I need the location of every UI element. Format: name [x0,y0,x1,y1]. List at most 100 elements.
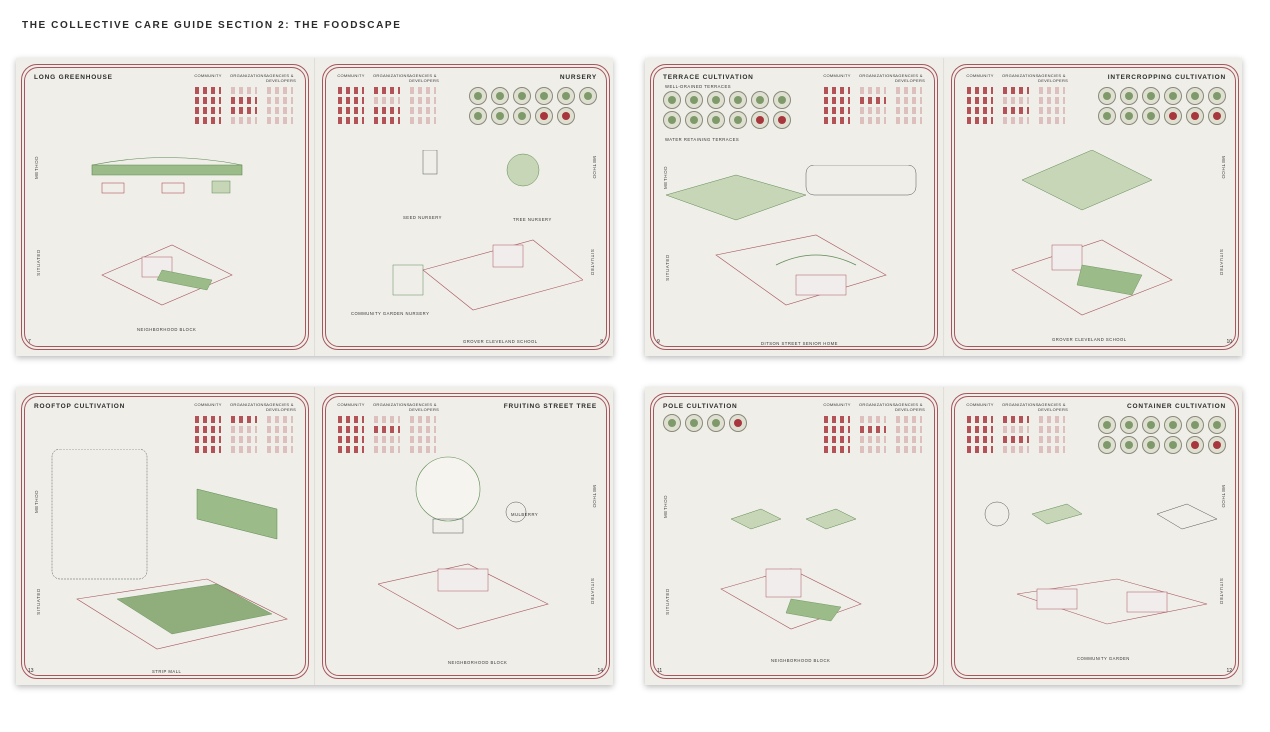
text-label: WELL-DRAINED TERRACES [665,84,732,89]
stakeholder-icon [410,436,436,443]
crop-icon [685,414,703,432]
crop-icon [469,107,487,125]
stakeholder-icon [267,426,293,433]
crop-icon [1098,436,1116,454]
stakeholder-icon [338,446,364,453]
text-label: COMMUNITY [337,73,365,78]
stakeholder-icon [1003,117,1029,124]
text-label: WATER RETAINING TERRACES [665,137,740,142]
crop-icon [1164,87,1182,105]
stakeholder-icon [410,117,436,124]
stakeholder-icon [374,436,400,443]
page-13: ROOFTOP CULTIVATION COMMUNITY ORGANIZATIO… [21,393,309,679]
text-label: SITUATED [664,588,670,615]
stakeholder-icon [1039,97,1065,104]
stakeholder-icon [1003,97,1029,104]
caption: GROVER CLEVELAND SCHOOL [463,339,538,344]
spread-1: LONG GREENHOUSE COMMUNITY ORGANIZATIONS AG… [16,58,613,356]
text-label: ORGANIZATIONS [859,402,896,407]
stakeholder-icon [267,97,293,104]
crop-icon [1164,107,1182,125]
crop-icon [1098,87,1116,105]
stakeholder-icon [374,117,400,124]
page-title: NURSERY [559,74,597,81]
page-12: CONTAINER CULTIVATION COMMUNITY ORGANIZAT… [951,393,1239,679]
text-label: ORGANIZATIONS [1002,402,1039,407]
crop-icon [707,414,725,432]
stakeholder-icon [1039,87,1065,94]
text-label: METHOD [663,165,669,190]
crop-icon [1186,416,1204,434]
stakeholder-icon [967,436,993,443]
stakeholder-icon [267,117,293,124]
stakeholder-icon [1039,426,1065,433]
stakeholder-icon [410,446,436,453]
page-title: CONTAINER CULTIVATION [1126,403,1226,410]
crop-icon [469,87,487,105]
street-tree-drawing [378,456,549,630]
crop-icon [663,91,681,109]
text-label: NEIGHBORHOOD BLOCK [448,660,508,665]
stakeholder-icon [195,426,221,433]
page-7: LONG GREENHOUSE COMMUNITY ORGANIZATIONS AG… [21,64,309,350]
text-label: ORGANIZATIONS [1002,73,1039,78]
caption: NEIGHBORHOOD BLOCK [137,327,197,332]
stakeholder-icon [231,97,257,104]
stakeholder-icon [896,436,922,443]
page-9: TERRACE CULTIVATION WELL-DRAINED TERRACE… [650,64,938,350]
text-label: AGENCIES & DEVELOPERS [895,73,926,83]
crop-icon [513,87,531,105]
crop-icon [1142,436,1160,454]
text-label: COMMUNITY [337,402,365,407]
stakeholder-icon [896,446,922,453]
crop-icon [557,107,575,125]
crop-icon [1120,436,1138,454]
crop-icon [535,87,553,105]
text-label: 12 [1226,668,1232,674]
stakeholder-icon [410,107,436,114]
text-label: MULBERRY [511,512,539,517]
intercrop-drawing [1011,150,1173,316]
text-label: SITUATED [35,588,41,615]
stakeholder-icon [338,426,364,433]
stakeholder-icon [824,117,850,124]
text-label: AGENCIES & DEVELOPERS [895,402,926,412]
stakeholder-icon [1003,426,1029,433]
side-method: METHOD [34,155,40,180]
text-label: NEIGHBORHOOD BLOCK [771,658,831,663]
crop-icon [491,107,509,125]
crop-icon [1098,107,1116,125]
crop-icon [685,111,703,129]
stakeholder-icon [231,107,257,114]
crop-icon [1120,87,1138,105]
block-drawing [101,244,233,306]
stakeholder-icon [967,446,993,453]
stakeholder-icon [967,107,993,114]
text-label: ORGANIZATIONS [373,402,410,407]
stakeholder-icon [267,446,293,453]
stakeholder-icon [824,436,850,443]
text-label: ORGANIZATIONS [373,73,410,78]
pole-drawing [720,508,862,630]
crop-icon [729,91,747,109]
stakeholder-icon [374,426,400,433]
page-10: INTERCROPPING CULTIVATION COMMUNITY ORGAN… [951,64,1239,350]
stakeholder-icon [195,446,221,453]
stakeholder-icon [967,87,993,94]
crop-icon [707,111,725,129]
document-title: THE COLLECTIVE CARE GUIDE SECTION 2: THE… [22,20,402,31]
stakeholder-icon [1003,107,1029,114]
crop-icon [685,91,703,109]
text-label: 14 [597,668,603,674]
text-label: 10 [1226,339,1232,345]
stakeholder-icon [1003,416,1029,423]
text-label: METHOD [591,484,597,509]
stakeholder-icon [896,416,922,423]
crop-icon [663,111,681,129]
col-community: COMMUNITY [194,73,222,78]
page-title: POLE CULTIVATION [663,403,738,410]
text-label: 13 [28,668,34,674]
crop-icon [513,107,531,125]
stakeholder-icon [195,107,221,114]
stakeholder-icon [338,107,364,114]
